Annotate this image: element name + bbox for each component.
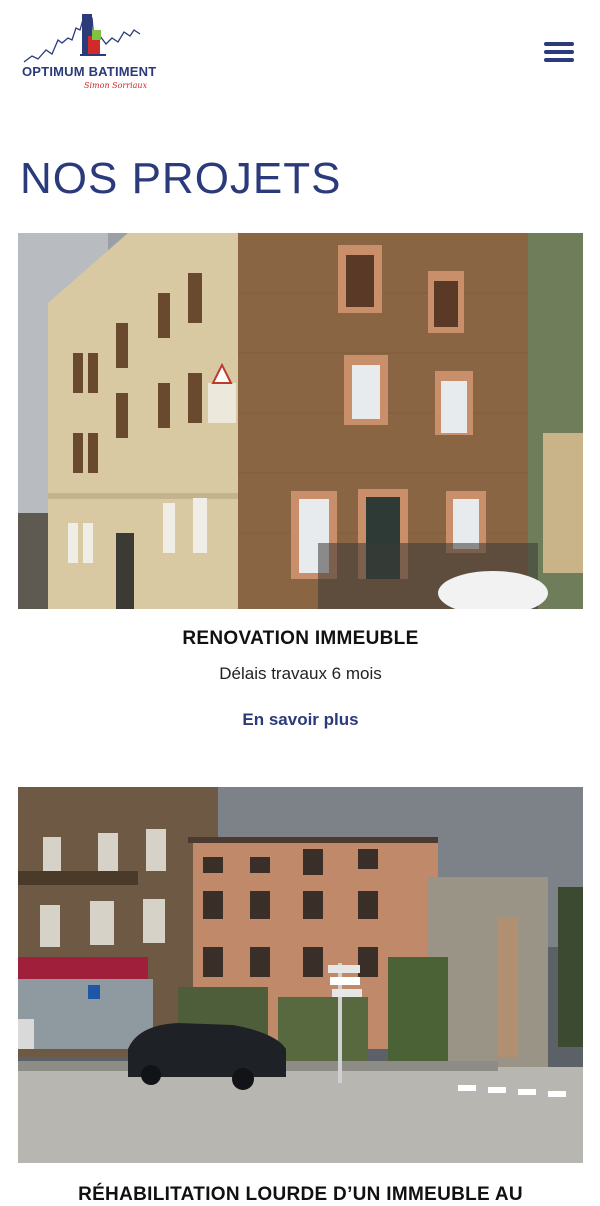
project-title: RENOVATION IMMEUBLE: [182, 628, 419, 649]
logo-name: OPTIMUM BATIMENT: [22, 64, 157, 79]
project-title: RÉHABILITATION LOURDE D’UN IMMEUBLE AU: [78, 1184, 523, 1205]
page-title: NOS PROJETS: [20, 154, 342, 203]
menu-line: [544, 42, 574, 46]
logo-tagline: Simon Sorriaux: [84, 81, 148, 90]
page: OPTIMUM BATIMENT Simon Sorriaux NOS PROJ…: [0, 0, 600, 1206]
menu-line: [544, 50, 574, 54]
hamburger-menu-icon[interactable]: [544, 40, 574, 64]
read-more-link[interactable]: En savoir plus: [18, 710, 583, 730]
menu-line: [544, 58, 574, 62]
project-image[interactable]: [18, 787, 583, 1163]
site-header: OPTIMUM BATIMENT Simon Sorriaux: [0, 0, 600, 110]
project-image[interactable]: [18, 233, 583, 609]
project-card: RENOVATION IMMEUBLE Délais travaux 6 moi…: [18, 233, 583, 730]
logo-skyline-icon: [23, 14, 141, 63]
logo[interactable]: OPTIMUM BATIMENT Simon Sorriaux: [22, 10, 162, 94]
project-card: RÉHABILITATION LOURDE D’UN IMMEUBLE AU: [18, 787, 583, 1206]
project-duration: Délais travaux 6 mois: [219, 664, 382, 683]
